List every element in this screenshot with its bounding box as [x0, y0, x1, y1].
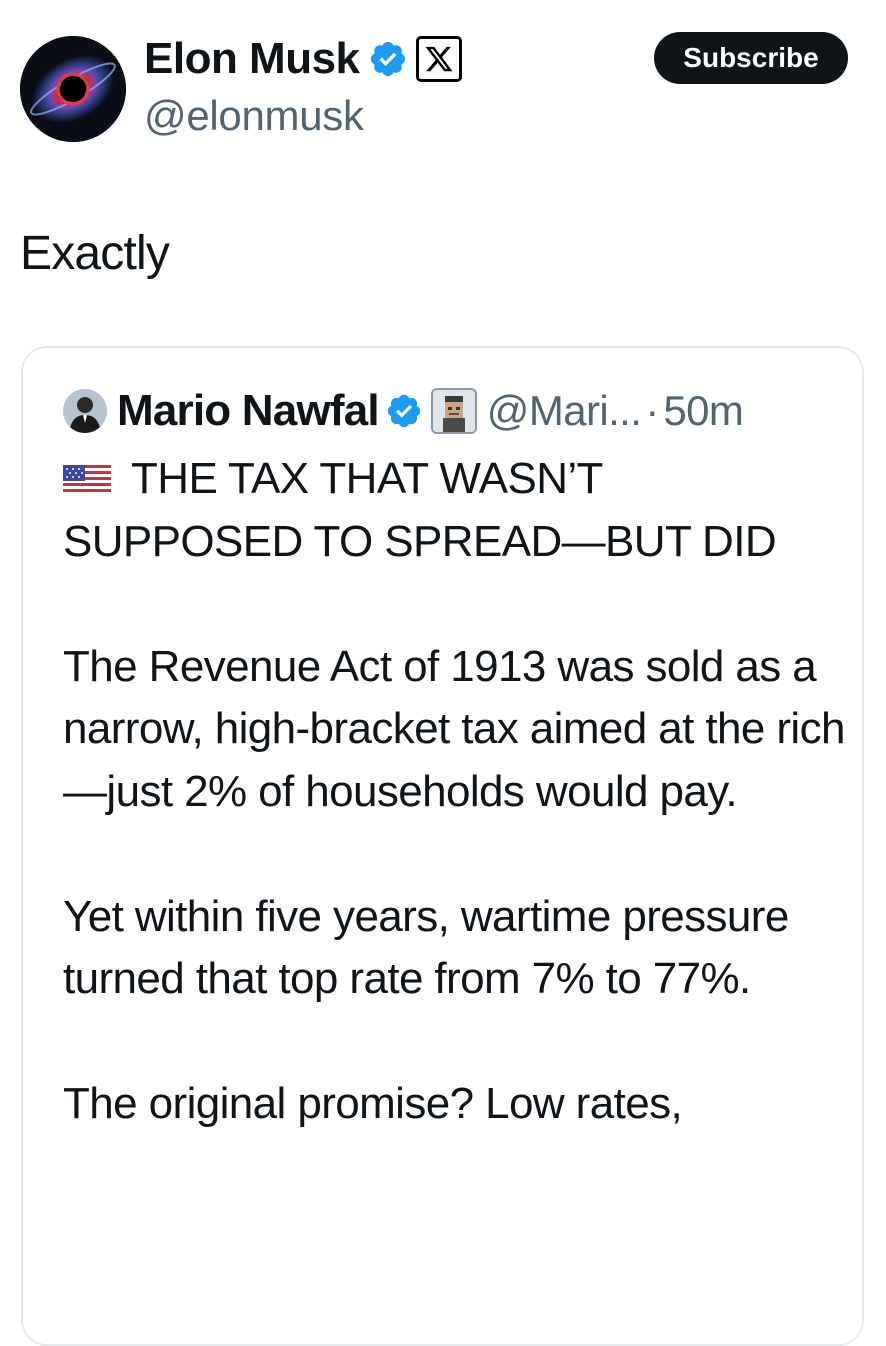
- tweet-text: Exactly: [20, 227, 170, 280]
- author-avatar[interactable]: [20, 36, 126, 142]
- subscribe-button[interactable]: Subscribe: [654, 32, 848, 84]
- headline-line-1: THE TAX THAT WASN’T: [131, 454, 603, 503]
- x-logo-icon[interactable]: [415, 36, 462, 82]
- quoted-author-handle[interactable]: @Mari...: [487, 387, 642, 435]
- headline-line-2: SUPPOSED TO SPREAD—BUT DID: [63, 516, 777, 566]
- verified-badge-icon[interactable]: [368, 39, 408, 79]
- quoted-tweet-headline: THE TAX THAT WASN’T SUPPOSED TO SPREAD—B…: [63, 448, 853, 573]
- quoted-tweet-paragraph-1: The Revenue Act of 1913 was sold as a na…: [63, 641, 845, 816]
- quoted-tweet-header: Mario Nawfal @Mari... · 50m: [63, 384, 744, 438]
- separator-dot: ·: [645, 387, 660, 434]
- quoted-tweet-card[interactable]: Mario Nawfal @Mari... · 50m THE TAX THAT…: [21, 346, 864, 1346]
- quoted-tweet-body: THE TAX THAT WASN’T SUPPOSED TO SPREAD—B…: [63, 448, 853, 1198]
- quoted-tweet-paragraph-3: The original promise? Low rates,: [63, 1079, 683, 1128]
- quoted-author-avatar[interactable]: [63, 389, 107, 433]
- verified-badge-icon: [387, 394, 421, 428]
- quoted-author-name[interactable]: Mario Nawfal: [117, 386, 380, 436]
- author-display-name[interactable]: Elon Musk: [144, 34, 360, 84]
- affiliation-avatar-icon: [430, 388, 477, 434]
- quoted-tweet-timestamp[interactable]: 50m: [663, 387, 744, 435]
- author-name-row: Elon Musk: [144, 30, 462, 88]
- author-handle[interactable]: @elonmusk: [144, 92, 364, 140]
- us-flag-icon: [63, 465, 111, 495]
- quoted-tweet-paragraph-2: Yet within five years, wartime pressure …: [63, 891, 789, 1004]
